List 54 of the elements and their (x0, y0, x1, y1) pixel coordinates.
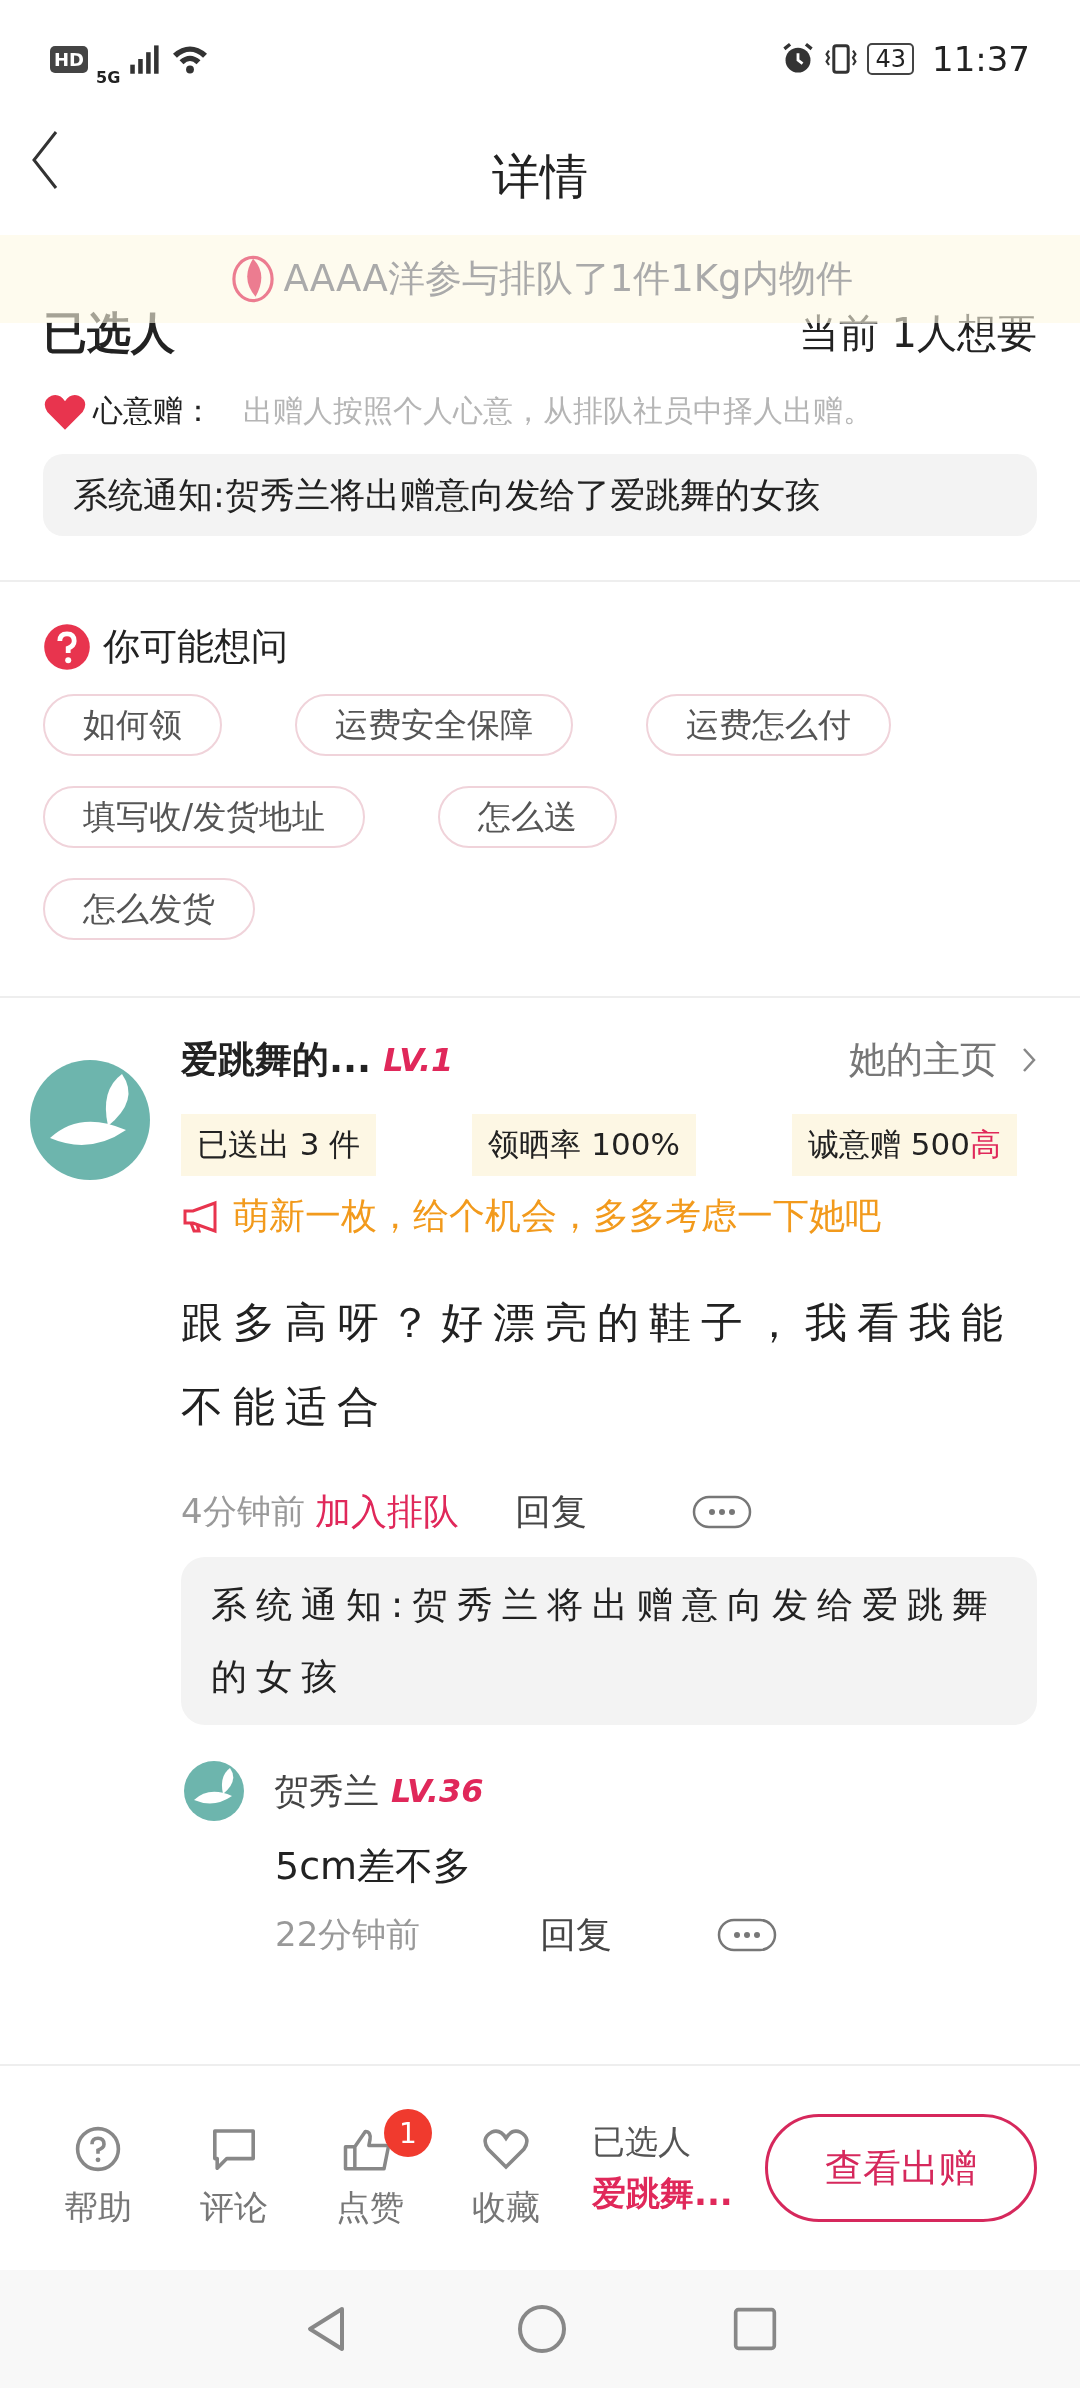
battery-indicator: 43 (867, 43, 914, 75)
question-chip[interactable]: 运费怎么付 (646, 694, 891, 756)
question-chip[interactable]: 运费安全保障 (295, 694, 573, 756)
mode-label: 心意赠： (93, 392, 213, 430)
question-chip[interactable]: 填写收/发货地址 (43, 786, 366, 848)
toolbar-action[interactable]: 收藏 (438, 2105, 574, 2231)
heart-icon (482, 2127, 530, 2171)
reply-text: 5cm差不多 (275, 1843, 473, 1890)
comment-text: 跟多高呀？好漂亮的鞋子，我看我能不能适合 (181, 1297, 1014, 1433)
reply-time: 22分钟前 (275, 1913, 421, 1956)
mode-description: 出赠人按照个人心意，从排队社员中择人出赠。 (243, 392, 873, 430)
stat-tag: 诚意赠 500高 (791, 1114, 1017, 1176)
question-chip[interactable]: 怎么发货 (43, 878, 255, 940)
section-title: 你可能想问 (103, 624, 288, 670)
alarm-icon (781, 42, 816, 76)
more-icon[interactable] (717, 1918, 778, 1952)
user-name[interactable]: 爱跳舞的... (181, 1035, 372, 1085)
system-notice: 系统通知:贺秀兰将出赠意向发给爱跳舞的女孩 (181, 1557, 1037, 1725)
toolbar-action[interactable]: 帮助 (30, 2105, 166, 2231)
avatar[interactable] (184, 1761, 244, 1821)
selected-name: 爱跳舞... (592, 2171, 733, 2215)
user-name[interactable]: 贺秀兰 (274, 1767, 379, 1815)
toolbar-action[interactable]: 1 点赞 (302, 2105, 438, 2231)
user-level: LV.1 (383, 1041, 454, 1079)
home-icon[interactable] (517, 2304, 567, 2354)
profile-link[interactable]: 她的主页 (849, 1035, 997, 1085)
reply-link[interactable]: 回复 (540, 1910, 613, 1960)
join-queue-link[interactable]: 加入排队 (314, 1487, 459, 1537)
clock-time: 11:37 (932, 39, 1030, 79)
help-icon (43, 623, 91, 671)
heart-icon (43, 392, 87, 431)
hd-indicator: HD (50, 45, 88, 73)
user-level: LV.36 (391, 1772, 484, 1810)
vibrate-icon (823, 41, 860, 77)
question-chip[interactable]: 如何领 (43, 694, 222, 756)
system-notice: 系统通知:贺秀兰将出赠意向发给了爱跳舞的女孩 (43, 454, 1037, 536)
comment-time: 4分钟前 (181, 1490, 305, 1533)
promo-text: 萌新一枚，给个机会，多多考虑一下她吧 (233, 1194, 881, 1238)
page-title: 详情 (492, 146, 588, 206)
stat-tag: 领晒率 100% (472, 1114, 696, 1176)
stat-tag: 已送出 3 件 (181, 1114, 377, 1176)
toolbar-action[interactable]: 评论 (166, 2105, 302, 2231)
network-label: 5G (96, 67, 121, 87)
avatar[interactable] (30, 1060, 150, 1180)
question-chip[interactable]: 怎么送 (438, 786, 618, 848)
recents-icon[interactable] (732, 2306, 778, 2352)
more-icon[interactable] (691, 1495, 752, 1529)
back-icon[interactable] (30, 130, 60, 190)
selected-label: 已选人 (592, 2120, 692, 2163)
view-gift-button[interactable]: 查看出赠 (765, 2114, 1037, 2222)
chevron-icon[interactable] (1021, 1046, 1037, 1074)
count-badge: 1 (384, 2109, 432, 2157)
reply-link[interactable]: 回复 (514, 1487, 587, 1537)
help-icon (74, 2125, 122, 2173)
